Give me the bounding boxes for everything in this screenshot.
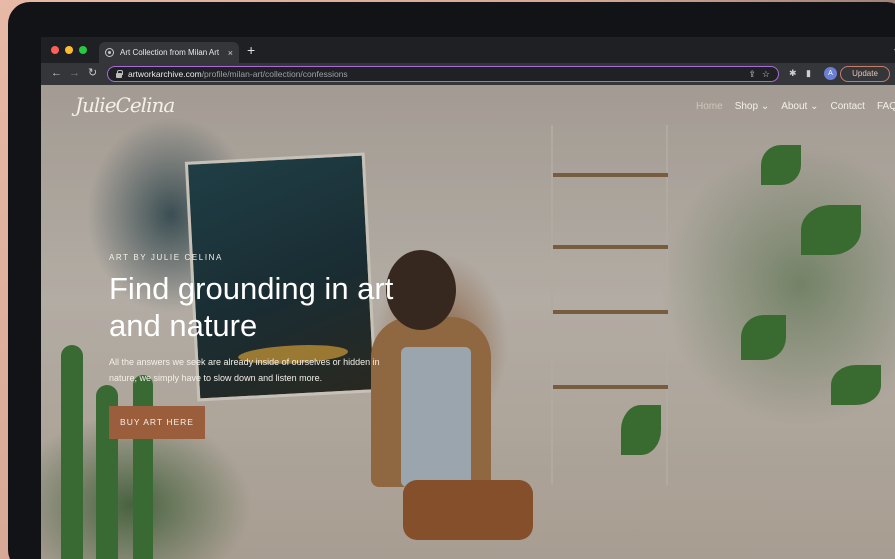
url-text[interactable]: artworkarchive.com/profile/milan-art/col…	[128, 69, 742, 79]
forward-arrow-icon[interactable]: →	[69, 66, 80, 80]
web-page: JulieCelina Home Shop ⌄ About ⌄ Contact …	[41, 85, 895, 559]
hero-headline-line-2: and nature	[109, 308, 258, 343]
nav-item-home[interactable]: Home	[696, 101, 723, 112]
nav-item-shop[interactable]: Shop ⌄	[735, 101, 770, 112]
share-icon[interactable]: ⇪	[748, 69, 756, 80]
buy-art-button[interactable]: BUY ART HERE	[109, 406, 205, 439]
maximize-window-button[interactable]	[79, 46, 87, 54]
hero-eyebrow: ART BY JULIE CELINA	[109, 253, 223, 262]
browser-tab[interactable]: Art Collection from Milan Art | ×	[99, 42, 239, 63]
hero-headline: Find grounding in art and nature	[109, 270, 439, 344]
tab-title: Art Collection from Milan Art |	[120, 48, 222, 57]
browser-window: Art Collection from Milan Art | × + ⌄ ← …	[41, 37, 895, 559]
window-controls	[51, 46, 87, 54]
address-bar[interactable]: artworkarchive.com/profile/milan-art/col…	[107, 66, 779, 82]
tab-close-icon[interactable]: ×	[228, 48, 233, 58]
browser-toolbar: ← → ↻ artworkarchive.com/profile/milan-a…	[41, 63, 895, 85]
site-navigation: Home Shop ⌄ About ⌄ Contact FAQ	[696, 101, 895, 112]
extensions-puzzle-icon[interactable]: ✱	[789, 68, 797, 79]
side-panel-icon[interactable]: ▮	[806, 68, 811, 79]
site-favicon-icon	[105, 48, 114, 57]
hero-subtext: All the answers we seek are already insi…	[109, 357, 380, 383]
bookmark-star-icon[interactable]: ☆	[762, 69, 770, 80]
nav-item-about[interactable]: About ⌄	[781, 101, 818, 112]
reload-icon[interactable]: ↻	[88, 66, 97, 80]
nav-item-contact[interactable]: Contact	[831, 101, 865, 112]
lock-icon[interactable]	[116, 69, 123, 78]
laptop-frame: Art Collection from Milan Art | × + ⌄ ← …	[8, 2, 895, 559]
tab-bar: Art Collection from Milan Art | × + ⌄	[41, 37, 895, 63]
new-tab-button[interactable]: +	[247, 43, 255, 57]
site-header: JulieCelina Home Shop ⌄ About ⌄ Contact …	[41, 85, 895, 131]
close-window-button[interactable]	[51, 46, 59, 54]
hero-headline-line-1: Find grounding in art	[109, 271, 394, 306]
minimize-window-button[interactable]	[65, 46, 73, 54]
profile-avatar[interactable]: A	[824, 67, 837, 80]
nav-item-faq[interactable]: FAQ	[877, 101, 895, 112]
site-logo[interactable]: JulieCelina	[75, 93, 175, 117]
back-arrow-icon[interactable]: ←	[51, 66, 62, 80]
hero-section: ART BY JULIE CELINA Find grounding in ar…	[109, 253, 439, 439]
update-button[interactable]: Update	[840, 66, 890, 82]
